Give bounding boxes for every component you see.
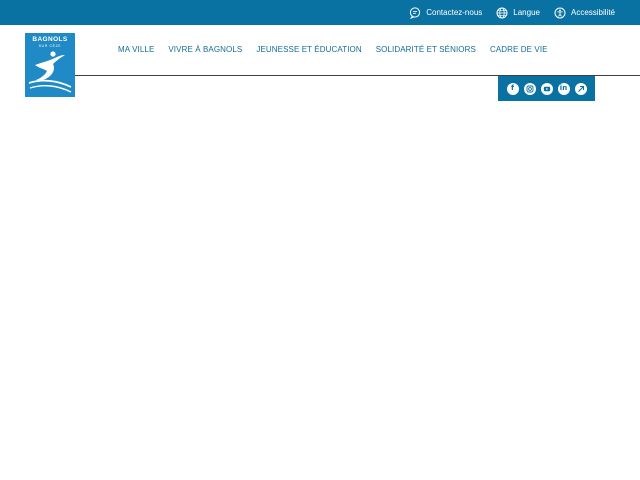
nav-item-jeunesse-et-education[interactable]: JEUNESSE ET ÉDUCATION — [256, 45, 361, 54]
language-label: Langue — [513, 8, 540, 17]
facebook-glyph: f — [510, 84, 515, 92]
accessibility-link[interactable]: Accessibilité — [554, 7, 615, 19]
social-links-bar: f in — [498, 76, 595, 101]
chat-icon — [409, 6, 421, 19]
nav-item-vivre-a-bagnols[interactable]: VIVRE À BAGNOLS — [168, 45, 242, 54]
site-logo[interactable]: BAGNOLS SUR CÈZE — [25, 33, 75, 97]
nav-item-ma-ville[interactable]: MA VILLE — [118, 45, 154, 54]
linkedin-glyph: in — [559, 84, 568, 92]
accessibility-icon — [554, 7, 566, 19]
nav-item-solidarite-et-seniors[interactable]: SOLIDARITÉ ET SÉNIORS — [376, 45, 476, 54]
facebook-icon[interactable]: f — [506, 82, 519, 95]
app-icon[interactable] — [574, 82, 587, 95]
instagram-icon[interactable] — [523, 82, 536, 95]
contact-link[interactable]: Contactez-nous — [409, 6, 483, 19]
nav-item-cadre-de-vie[interactable]: CADRE DE VIE — [490, 45, 548, 54]
accessibility-label: Accessibilité — [570, 8, 615, 17]
globe-icon — [496, 7, 508, 19]
contact-label: Contactez-nous — [426, 8, 483, 17]
language-link[interactable]: Langue — [496, 7, 540, 19]
main-navigation: MA VILLE VIVRE À BAGNOLS JEUNESSE ET ÉDU… — [118, 45, 548, 54]
top-utility-bar: Contactez-nous Langue Accessibilité — [0, 0, 640, 25]
youtube-icon[interactable] — [540, 82, 553, 95]
linkedin-icon[interactable]: in — [557, 82, 570, 95]
logo-title: BAGNOLS — [32, 36, 68, 43]
utility-links: Contactez-nous Langue Accessibilité — [409, 0, 615, 25]
dancer-emblem-icon — [28, 51, 72, 93]
